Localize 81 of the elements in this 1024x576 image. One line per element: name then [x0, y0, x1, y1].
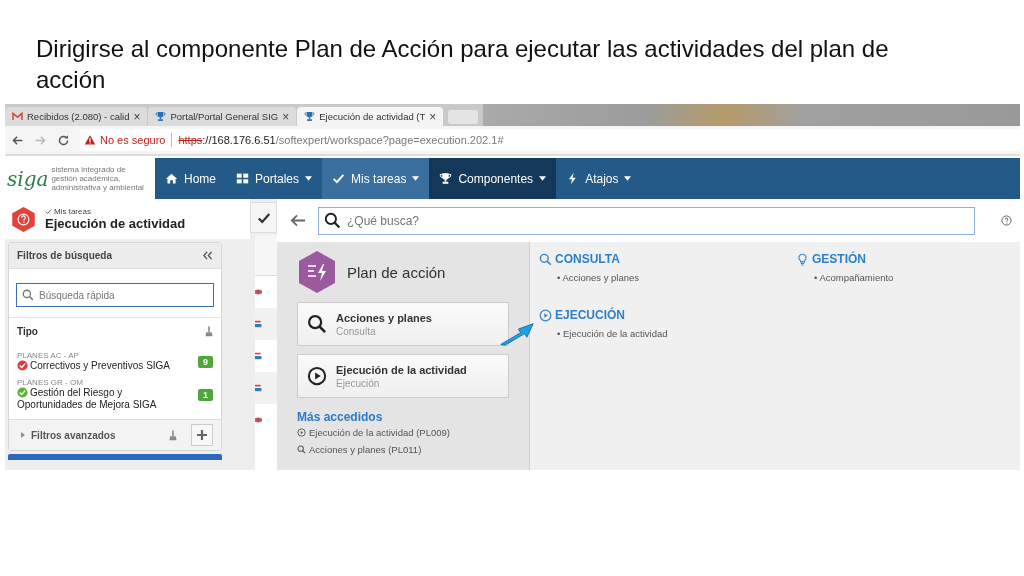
trophy-icon: [155, 111, 167, 122]
security-warning: No es seguro: [100, 134, 166, 146]
recent-link[interactable]: Ejecución de la actividad (PL009): [297, 427, 509, 438]
back-arrow-icon[interactable]: [11, 133, 24, 147]
section-title: Más accedidos: [297, 410, 384, 424]
lightbulb-icon: [796, 252, 809, 266]
trophy-icon: [439, 172, 453, 185]
eye-icon[interactable]: [255, 416, 263, 424]
breadcrumb-link[interactable]: Mis tareas: [54, 207, 91, 216]
recent-link[interactable]: Acciones y planes (PL011): [297, 444, 509, 455]
help-icon[interactable]: [1001, 215, 1012, 226]
caret-icon: [539, 176, 547, 181]
search-icon: [297, 445, 306, 454]
component-card[interactable]: Acciones y planes Consulta: [297, 302, 509, 346]
grid-icon: [236, 172, 249, 185]
help-hexagon-icon: [10, 205, 37, 233]
check-icon: [45, 208, 52, 215]
close-button[interactable]: ×: [282, 109, 290, 124]
search-icon: [22, 289, 34, 301]
logo-tagline: sistema integrado de gestión académica, administrativa y ambiental: [51, 165, 145, 192]
play-icon: [307, 366, 327, 386]
broom-icon[interactable]: [205, 326, 213, 337]
add-button[interactable]: [191, 424, 213, 446]
mail-icon: [12, 111, 23, 122]
browser-tab[interactable]: Portal/Portal General SIG ×: [148, 107, 297, 126]
collapse-icon[interactable]: [202, 251, 213, 260]
component-title: Plan de acción: [347, 263, 446, 281]
url-text: https://168.176.6.51/softexpert/workspace?page=execution.202.1#: [178, 134, 504, 146]
address-bar[interactable]: No es seguro https://168.176.6.51/softexpert/workspace?page=execution.202.1#: [80, 129, 1020, 151]
pointer-arrow: [499, 320, 535, 349]
nav-menu-item[interactable]: Componentes: [429, 158, 557, 199]
nav-menu-item[interactable]: Portales: [226, 158, 323, 199]
logo[interactable]: siga: [7, 166, 49, 191]
task-type-icon[interactable]: [255, 384, 263, 392]
search-field[interactable]: Búsqueda rápida: [16, 283, 214, 307]
play-icon: [539, 308, 552, 322]
warning-icon: [84, 134, 96, 146]
trophy-icon: [304, 111, 316, 122]
search-icon: [307, 314, 327, 334]
expand-arrow-icon[interactable]: [21, 432, 25, 438]
section-title: Tipo: [17, 326, 38, 337]
check-icon: [256, 210, 271, 225]
page-title: Ejecución de actividad: [45, 216, 186, 231]
category-link[interactable]: • Acompañamiento: [796, 272, 894, 283]
filter-option[interactable]: PLANES AC - AP Correctivos y Preventivos SIGA 9: [17, 351, 213, 372]
play-icon: [297, 428, 306, 437]
count-badge: 1: [198, 388, 213, 401]
back-arrow-icon[interactable]: [289, 213, 306, 228]
nav-menu-item[interactable]: Mis tareas: [322, 158, 430, 199]
search-field[interactable]: ¿Qué busca?: [318, 206, 975, 235]
search-icon: [324, 211, 341, 229]
component-card[interactable]: Ejecución de la actividad Ejecución: [297, 354, 509, 398]
caret-icon: [624, 176, 632, 181]
check-icon: [332, 172, 346, 185]
reload-icon[interactable]: [57, 133, 70, 147]
category-heading[interactable]: CONSULTA: [539, 252, 620, 266]
category-link[interactable]: • Acciones y planes: [539, 272, 639, 283]
caret-icon: [305, 176, 313, 181]
browser-tab[interactable]: Ejecución de actividad (T ×: [297, 107, 444, 126]
nav-menu-item[interactable]: Home: [155, 158, 226, 199]
home-icon: [165, 172, 178, 185]
close-button[interactable]: ×: [429, 109, 437, 124]
nav-menu-item[interactable]: Atajos: [556, 158, 642, 199]
count-badge: 9: [198, 355, 213, 368]
slide-title: Dirigirse al componente Plan de Acción para ejecutar las actividades del plan de acción: [35, 34, 890, 95]
plus-icon: [196, 429, 208, 441]
close-button[interactable]: ×: [133, 109, 141, 124]
category-heading[interactable]: GESTIÓN: [796, 252, 866, 266]
browser-tab[interactable]: Recibidos (2.080) - calid ×: [5, 107, 148, 126]
category-link[interactable]: • Ejecución de la actividad: [539, 328, 668, 339]
category-heading[interactable]: EJECUCIÓN: [539, 308, 625, 322]
broom-icon[interactable]: [169, 429, 177, 441]
caret-icon: [412, 176, 420, 181]
task-type-icon[interactable]: [255, 320, 263, 328]
search-icon: [539, 252, 552, 266]
filter-option[interactable]: PLANES GR - OM Gestión del Riesgo y Oportunidades de Mejora SIGA 1: [17, 378, 213, 411]
eye-icon[interactable]: [255, 288, 263, 296]
check-button[interactable]: [250, 202, 277, 233]
task-type-icon[interactable]: [255, 352, 263, 360]
component-icon: [297, 250, 337, 294]
panel-title: Filtros de búsqueda: [17, 250, 112, 261]
